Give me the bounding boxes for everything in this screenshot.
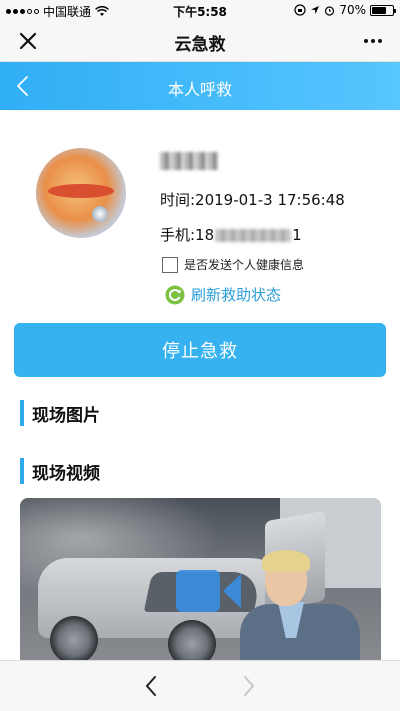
battery-fill (372, 6, 386, 14)
video-person-hair (262, 550, 310, 572)
avatar-hat-band (48, 184, 114, 198)
call-time: 时间:2019-01-3 17:56:48 (160, 191, 345, 209)
refresh-status-link[interactable]: 刷新救助状态 (165, 284, 281, 305)
title-bar: 云急救 (0, 20, 400, 62)
more-button[interactable] (358, 29, 388, 53)
video-camera-icon[interactable] (176, 570, 241, 612)
battery-percent: 70% (339, 3, 366, 17)
video-person (240, 550, 360, 668)
health-info-checkbox[interactable] (162, 256, 178, 273)
nav-forward-icon[interactable] (236, 673, 260, 699)
video-car-wheel (50, 616, 98, 664)
section-scene-photos: 现场图片 (20, 400, 100, 426)
battery-icon (370, 4, 396, 16)
section-scene-videos: 现场视频 (20, 458, 100, 484)
phone-masked-digits (215, 229, 292, 242)
video-camera-lens (223, 574, 241, 608)
user-name-masked (160, 152, 218, 170)
video-camera-body (176, 570, 220, 612)
health-info-option[interactable]: 是否发送个人健康信息 (162, 256, 304, 273)
health-info-label: 是否发送个人健康信息 (184, 258, 305, 272)
section-title: 现场图片 (32, 405, 100, 426)
status-right: 70% (294, 3, 396, 17)
scene-video-thumbnail[interactable] (20, 498, 381, 668)
phone-number: 手机:18 1 (160, 224, 302, 245)
refresh-icon (165, 285, 185, 304)
page-title: 本人呼救 (167, 80, 232, 99)
page-header: 本人呼救 (0, 62, 400, 110)
phone-suffix: 1 (292, 226, 302, 244)
app-title: 云急救 (174, 35, 226, 55)
section-accent-bar (20, 400, 24, 426)
section-title: 现场视频 (32, 463, 100, 484)
orientation-lock-icon (294, 4, 306, 16)
bottom-nav (0, 660, 400, 711)
refresh-label: 刷新救助状态 (191, 286, 282, 304)
status-bar: 中国联通 下午5:58 70% (0, 0, 400, 20)
stop-rescue-button[interactable]: 停止急救 (14, 323, 386, 377)
more-dots-icon (364, 39, 368, 43)
alarm-icon (325, 5, 335, 16)
phone-prefix: 手机:18 (160, 226, 215, 244)
avatar (36, 148, 126, 238)
nav-back-icon[interactable] (140, 673, 164, 699)
section-accent-bar (20, 458, 24, 484)
avatar-glint (92, 206, 108, 222)
location-icon (311, 6, 320, 14)
